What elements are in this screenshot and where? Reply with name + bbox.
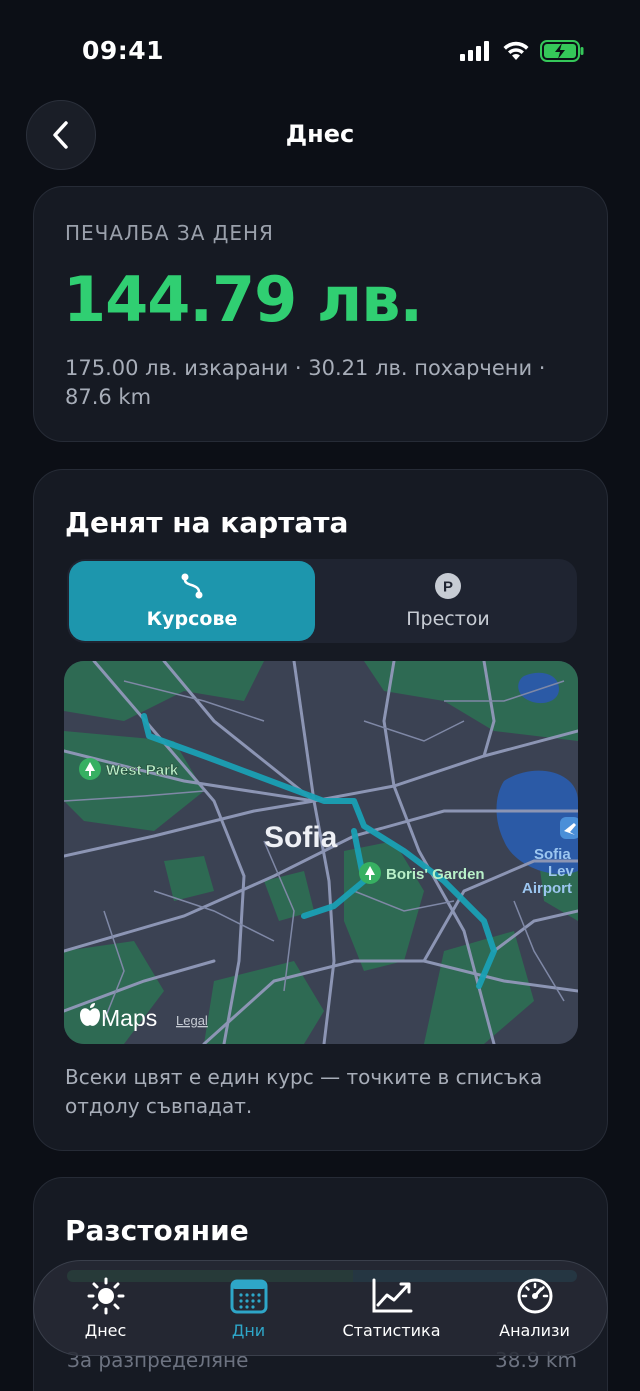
segment-rides[interactable]: Курсове	[69, 561, 315, 641]
route-icon	[181, 573, 203, 599]
svg-text:Boris' Garden: Boris' Garden	[386, 866, 485, 883]
gauge-icon	[517, 1278, 552, 1313]
tab-days[interactable]: Дни	[175, 1262, 332, 1354]
svg-text:Airport: Airport	[522, 880, 572, 897]
map-section-title: Денят на картата	[65, 506, 349, 539]
status-bar: 09:41	[0, 0, 640, 100]
daily-profit-card: ПЕЧАЛБА ЗА ДЕНЯ 144.79 лв. 175.00 лв. из…	[33, 186, 608, 442]
tab-today[interactable]: Днес	[34, 1264, 177, 1352]
wifi-icon	[503, 41, 529, 60]
day-on-map-card: Денят на картата Курсове P Престои West …	[33, 469, 608, 1151]
status-time: 09:41	[82, 36, 165, 65]
tab-statistics-label: Статистика	[342, 1320, 441, 1340]
segment-stops-label: Престои	[406, 608, 490, 630]
tab-analysis[interactable]: Анализи	[463, 1264, 606, 1352]
distance-title: Разстояние	[65, 1214, 249, 1247]
navigation-bar: Днес	[0, 100, 640, 170]
profit-details: 175.00 лв. изкарани · 30.21 лв. похарчен…	[65, 356, 546, 409]
parking-icon: P	[435, 573, 461, 599]
svg-text:P: P	[443, 579, 453, 596]
segment-rides-label: Курсове	[146, 608, 238, 630]
tab-bar: Днес Дни Статистика Анализи	[33, 1260, 608, 1356]
tab-analysis-label: Анализи	[499, 1320, 570, 1340]
poi-boris-garden: Boris' Garden	[359, 862, 485, 884]
svg-text:West Park: West Park	[106, 762, 179, 779]
svg-text:Lev: Lev	[548, 863, 575, 880]
svg-text:Sofia: Sofia	[534, 846, 571, 863]
poi-west-park: West Park	[79, 758, 179, 780]
status-icons	[460, 40, 584, 62]
tab-statistics[interactable]: Статистика	[320, 1264, 463, 1352]
battery-charging-icon	[540, 40, 584, 62]
tab-days-label: Дни	[231, 1320, 266, 1340]
tab-today-label: Днес	[84, 1320, 127, 1340]
svg-text:Legal: Legal	[176, 1013, 208, 1028]
city-label: Sofia	[264, 821, 338, 854]
sun-icon	[87, 1277, 124, 1314]
calendar-icon	[230, 1279, 267, 1313]
route-map[interactable]: West Park Boris' Garden Sofia Lev Airpor…	[64, 661, 578, 1044]
profit-label: ПЕЧАЛБА ЗА ДЕНЯ	[65, 221, 274, 245]
map-mode-segmented-control: Курсове P Престои	[67, 559, 577, 643]
profit-value: 144.79 лв.	[63, 263, 423, 336]
page-title: Днес	[285, 120, 355, 148]
map-caption: Всеки цвят е един курс — точките в списъ…	[65, 1065, 543, 1118]
map-canvas: West Park Boris' Garden Sofia Lev Airpor…	[64, 661, 578, 1044]
cellular-signal-icon	[460, 41, 489, 61]
chart-icon	[372, 1278, 412, 1312]
svg-text:Maps: Maps	[101, 1005, 157, 1031]
segment-stops[interactable]: P Престои	[325, 561, 571, 641]
